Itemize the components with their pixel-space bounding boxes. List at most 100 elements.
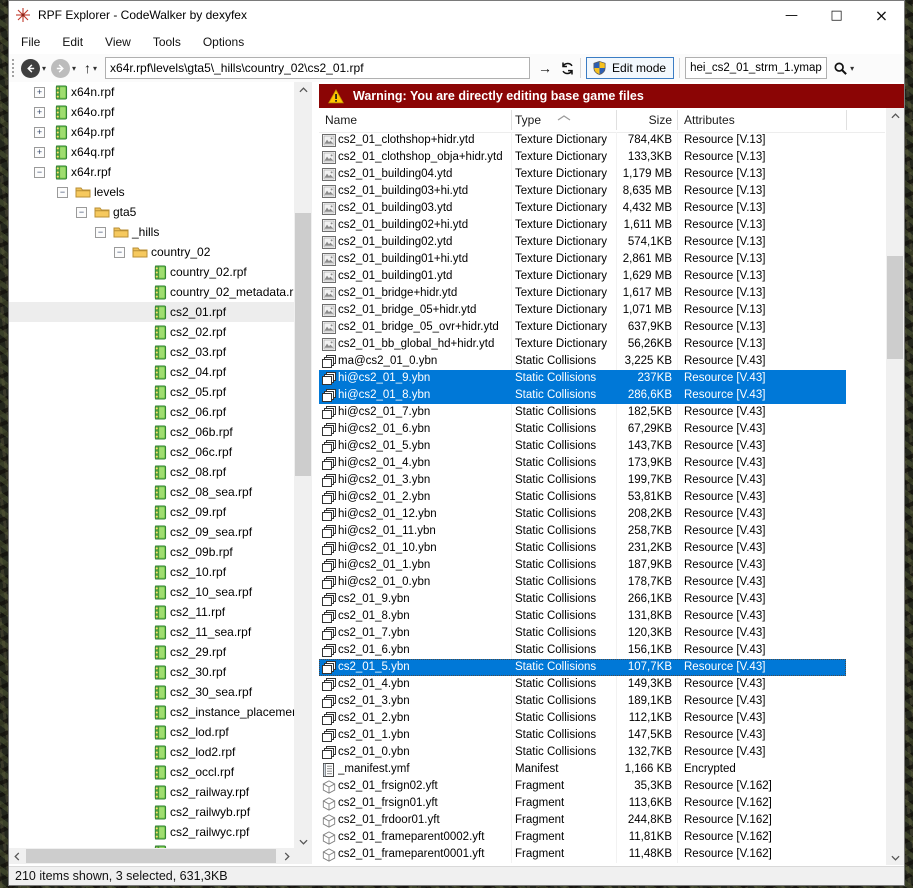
tree-item-cs2-occl-rpf[interactable]: cs2_occl.rpf	[9, 762, 294, 782]
tree-item-cs2-10-rpf[interactable]: cs2_10.rpf	[9, 562, 294, 582]
file-row-hi-cs2-01-7-ybn[interactable]: hi@cs2_01_7.ybnStatic Collisions182,5KBR…	[319, 404, 846, 421]
tree-item-country-02-rpf[interactable]: country_02.rpf	[9, 262, 294, 282]
file-row-cs2-01-building03-hi-ytd[interactable]: cs2_01_building03+hi.ytdTexture Dictiona…	[319, 183, 846, 200]
expand-plus-icon[interactable]: +	[34, 127, 45, 138]
column-divider[interactable]	[616, 110, 617, 130]
up-dropdown-icon[interactable]: ▾	[93, 64, 97, 73]
collapse-minus-icon[interactable]: −	[76, 207, 87, 218]
collapse-minus-icon[interactable]: −	[95, 227, 106, 238]
scroll-right-icon[interactable]	[279, 848, 294, 864]
tree-item-country-02-metadata-rpf[interactable]: country_02_metadata.rpf	[9, 282, 294, 302]
scroll-up-icon[interactable]	[294, 82, 312, 97]
tree-item-cs2-06-rpf[interactable]: cs2_06.rpf	[9, 402, 294, 422]
tree-hscrollbar-thumb[interactable]	[26, 849, 276, 863]
menu-view[interactable]: View	[95, 31, 141, 53]
tree-item-cs2-03-rpf[interactable]: cs2_03.rpf	[9, 342, 294, 362]
address-bar-input[interactable]	[105, 57, 530, 79]
tree-item-cs2-06c-rpf[interactable]: cs2_06c.rpf	[9, 442, 294, 462]
file-row-hi-cs2-01-8-ybn[interactable]: hi@cs2_01_8.ybnStatic Collisions286,6KBR…	[319, 387, 846, 404]
tree-item-cs2-10-sea-rpf[interactable]: cs2_10_sea.rpf	[9, 582, 294, 602]
tree-vertical-scrollbar[interactable]	[294, 82, 312, 849]
search-input[interactable]	[685, 57, 827, 79]
edit-mode-toggle-button[interactable]: Edit mode	[586, 57, 674, 79]
tree-item-country-02[interactable]: −country_02	[9, 242, 294, 262]
go-to-address-button[interactable]: →	[538, 60, 552, 76]
tree-item-x64p-rpf[interactable]: +x64p.rpf	[9, 122, 294, 142]
tree-item-cs2-30-rpf[interactable]: cs2_30.rpf	[9, 662, 294, 682]
file-row-hi-cs2-01-11-ybn[interactable]: hi@cs2_01_11.ybnStatic Collisions258,7KB…	[319, 523, 846, 540]
maximize-button[interactable]: □	[814, 1, 859, 29]
tree-item-x64n-rpf[interactable]: +x64n.rpf	[9, 82, 294, 102]
collapse-minus-icon[interactable]: −	[114, 247, 125, 258]
file-row-cs2-01-bridge-hidr-ytd[interactable]: cs2_01_bridge+hidr.ytdTexture Dictionary…	[319, 285, 846, 302]
file-row-hi-cs2-01-6-ybn[interactable]: hi@cs2_01_6.ybnStatic Collisions67,29KBR…	[319, 421, 846, 438]
column-divider[interactable]	[677, 110, 678, 130]
file-row-hi-cs2-01-9-ybn[interactable]: hi@cs2_01_9.ybnStatic Collisions237KBRes…	[319, 370, 846, 387]
tree-item-x64q-rpf[interactable]: +x64q.rpf	[9, 142, 294, 162]
file-row-cs2-01-building04-ytd[interactable]: cs2_01_building04.ytdTexture Dictionary1…	[319, 166, 846, 183]
forward-history-dropdown-icon[interactable]: ▾	[72, 64, 76, 73]
column-header-attributes[interactable]: Attributes	[684, 108, 735, 132]
file-row-hi-cs2-01-1-ybn[interactable]: hi@cs2_01_1.ybnStatic Collisions187,9KBR…	[319, 557, 846, 574]
tree-item-cs2-lod2-rpf[interactable]: cs2_lod2.rpf	[9, 742, 294, 762]
file-row-cs2-01-building01-ytd[interactable]: cs2_01_building01.ytdTexture Dictionary1…	[319, 268, 846, 285]
file-row-cs2-01-building03-ytd[interactable]: cs2_01_building03.ytdTexture Dictionary4…	[319, 200, 846, 217]
tree-item-levels[interactable]: −levels	[9, 182, 294, 202]
tree-item-cs2-30-sea-rpf[interactable]: cs2_30_sea.rpf	[9, 682, 294, 702]
file-row-cs2-01-9-ybn[interactable]: cs2_01_9.ybnStatic Collisions266,1KBReso…	[319, 591, 846, 608]
expand-plus-icon[interactable]: +	[34, 87, 45, 98]
tree-item-cs2-11-sea-rpf[interactable]: cs2_11_sea.rpf	[9, 622, 294, 642]
tree-item-cs2-09b-rpf[interactable]: cs2_09b.rpf	[9, 542, 294, 562]
file-row-cs2-01-2-ybn[interactable]: cs2_01_2.ybnStatic Collisions112,1KBReso…	[319, 710, 846, 727]
file-row-cs2-01-bridge-05-hidr-ytd[interactable]: cs2_01_bridge_05+hidr.ytdTexture Diction…	[319, 302, 846, 319]
list-scrollbar-thumb[interactable]	[887, 256, 903, 359]
file-row-cs2-01-bridge-05-ovr-hidr-ytd[interactable]: cs2_01_bridge_05_ovr+hidr.ytdTexture Dic…	[319, 319, 846, 336]
expand-plus-icon[interactable]: +	[34, 107, 45, 118]
tree-item-x64o-rpf[interactable]: +x64o.rpf	[9, 102, 294, 122]
file-row-cs2-01-clothshop-hidr-ytd[interactable]: cs2_01_clothshop+hidr.ytdTexture Diction…	[319, 132, 846, 149]
file-row-cs2-01-building01-hi-ytd[interactable]: cs2_01_building01+hi.ytdTexture Dictiona…	[319, 251, 846, 268]
file-row-cs2-01-frdoor01-yft[interactable]: cs2_01_frdoor01.yftFragment244,8KBResour…	[319, 812, 846, 829]
file-row-cs2-01-7-ybn[interactable]: cs2_01_7.ybnStatic Collisions120,3KBReso…	[319, 625, 846, 642]
back-button[interactable]	[21, 59, 40, 78]
file-row-cs2-01-frsign01-yft[interactable]: cs2_01_frsign01.yftFragment113,6KBResour…	[319, 795, 846, 812]
expand-plus-icon[interactable]: +	[34, 147, 45, 158]
tree-item-x64r-rpf[interactable]: −x64r.rpf	[9, 162, 294, 182]
tree-horizontal-scrollbar[interactable]	[9, 848, 294, 864]
refresh-button[interactable]	[560, 61, 575, 76]
scroll-down-icon[interactable]	[886, 850, 904, 865]
tree-item-cs2-29-rpf[interactable]: cs2_29.rpf	[9, 642, 294, 662]
back-history-dropdown-icon[interactable]: ▾	[42, 64, 46, 73]
file-row-hi-cs2-01-5-ybn[interactable]: hi@cs2_01_5.ybnStatic Collisions143,7KBR…	[319, 438, 846, 455]
tree-item-cs2-08-sea-rpf[interactable]: cs2_08_sea.rpf	[9, 482, 294, 502]
tree-item-cs2-instance-placement-rpf[interactable]: cs2_instance_placement.rpf	[9, 702, 294, 722]
scroll-down-icon[interactable]	[294, 834, 312, 849]
search-icon[interactable]	[833, 61, 848, 76]
file-row-hi-cs2-01-4-ybn[interactable]: hi@cs2_01_4.ybnStatic Collisions173,9KBR…	[319, 455, 846, 472]
column-divider[interactable]	[846, 110, 847, 130]
file-row-cs2-01-8-ybn[interactable]: cs2_01_8.ybnStatic Collisions131,8KBReso…	[319, 608, 846, 625]
file-row-cs2-01-5-ybn[interactable]: cs2_01_5.ybnStatic Collisions107,7KBReso…	[319, 659, 846, 676]
forward-button[interactable]	[51, 59, 70, 78]
tree-item--hills[interactable]: −_hills	[9, 222, 294, 242]
tree-item-cs2-railwyb-rpf[interactable]: cs2_railwyb.rpf	[9, 802, 294, 822]
tree-item-cs2-09-rpf[interactable]: cs2_09.rpf	[9, 502, 294, 522]
file-row-cs2-01-clothshop-obja-hidr-ytd[interactable]: cs2_01_clothshop_obja+hidr.ytdTexture Di…	[319, 149, 846, 166]
file-row-cs2-01-building02-hi-ytd[interactable]: cs2_01_building02+hi.ytdTexture Dictiona…	[319, 217, 846, 234]
toolbar-grip[interactable]	[11, 58, 15, 78]
tree-item-cs2-01-rpf[interactable]: cs2_01.rpf	[9, 302, 294, 322]
list-vertical-scrollbar[interactable]	[886, 108, 904, 865]
file-row-cs2-01-6-ybn[interactable]: cs2_01_6.ybnStatic Collisions156,1KBReso…	[319, 642, 846, 659]
file-row-cs2-01-frsign02-yft[interactable]: cs2_01_frsign02.yftFragment35,3KBResourc…	[319, 778, 846, 795]
file-row--manifest-ymf[interactable]: _manifest.ymfManifest1,166 KBEncrypted	[319, 761, 846, 778]
tree-item-cs2-08-rpf[interactable]: cs2_08.rpf	[9, 462, 294, 482]
file-row-cs2-01-4-ybn[interactable]: cs2_01_4.ybnStatic Collisions149,3KBReso…	[319, 676, 846, 693]
tree-item-cs2-11-rpf[interactable]: cs2_11.rpf	[9, 602, 294, 622]
menu-tools[interactable]: Tools	[143, 31, 191, 53]
file-row-cs2-01-0-ybn[interactable]: cs2_01_0.ybnStatic Collisions132,7KBReso…	[319, 744, 846, 761]
file-row-cs2-01-3-ybn[interactable]: cs2_01_3.ybnStatic Collisions189,1KBReso…	[319, 693, 846, 710]
tree-item-gta5[interactable]: −gta5	[9, 202, 294, 222]
up-one-level-button[interactable]: ↑	[84, 60, 91, 76]
tree-item-cs2-09-sea-rpf[interactable]: cs2_09_sea.rpf	[9, 522, 294, 542]
file-row-hi-cs2-01-2-ybn[interactable]: hi@cs2_01_2.ybnStatic Collisions53,81KBR…	[319, 489, 846, 506]
